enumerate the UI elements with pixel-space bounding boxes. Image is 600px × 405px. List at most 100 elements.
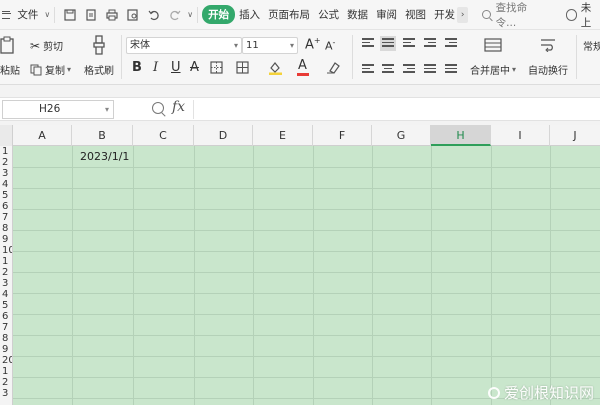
indent-decrease-icon[interactable] xyxy=(424,38,436,49)
row-header[interactable]: 1 xyxy=(0,146,12,157)
print-preview-icon[interactable] xyxy=(126,8,139,22)
cloud-sync-status[interactable]: 未上 xyxy=(565,0,600,30)
wrap-text-button[interactable]: 自动换行 xyxy=(528,62,568,77)
chevron-down-icon[interactable]: ▾ xyxy=(105,101,109,118)
font-family-value: 宋体 xyxy=(130,40,150,51)
merge-cells-icon[interactable] xyxy=(484,38,502,52)
row-header[interactable]: 2 xyxy=(0,267,12,278)
function-icon[interactable]: fx xyxy=(172,99,185,115)
undo-icon[interactable] xyxy=(147,8,160,22)
row-header[interactable]: 4 xyxy=(0,289,12,300)
bold-icon[interactable]: B xyxy=(132,60,142,75)
wrap-text-icon[interactable] xyxy=(540,38,556,52)
chevron-down-icon[interactable]: ∨ xyxy=(44,10,50,19)
tab-formulas[interactable]: 公式 xyxy=(314,7,343,22)
cell-grid[interactable] xyxy=(13,146,600,405)
italic-icon[interactable]: I xyxy=(153,60,158,75)
font-size-select[interactable]: 11 ▾ xyxy=(242,37,298,54)
file-menu[interactable]: 文件 xyxy=(13,7,42,22)
format-painter-button[interactable]: 格式刷 xyxy=(84,62,114,77)
column-header-c[interactable]: C xyxy=(133,125,194,146)
column-header-e[interactable]: E xyxy=(253,125,313,146)
row-header[interactable]: 9 xyxy=(0,234,12,245)
tab-view[interactable]: 视图 xyxy=(401,7,430,22)
decrease-font-icon[interactable]: A- xyxy=(325,38,335,53)
row-header[interactable]: 3 xyxy=(0,388,12,399)
gridline xyxy=(13,377,600,378)
row-header[interactable]: 8 xyxy=(0,333,12,344)
row-header[interactable]: 20 xyxy=(0,355,12,366)
column-header-b[interactable]: B xyxy=(72,125,133,146)
increase-font-icon[interactable]: A+ xyxy=(305,36,321,52)
align-left-icon[interactable] xyxy=(362,64,374,75)
copy-button[interactable]: 复制 ▾ xyxy=(30,62,71,77)
row-header[interactable]: 6 xyxy=(0,201,12,212)
brush-icon[interactable] xyxy=(91,35,107,55)
merge-center-button[interactable]: 合并居中 ▾ xyxy=(470,62,516,77)
select-all-corner[interactable] xyxy=(0,125,13,146)
align-right-icon[interactable] xyxy=(403,64,415,75)
tab-data[interactable]: 数据 xyxy=(343,7,372,22)
column-header-h[interactable]: H xyxy=(431,125,491,146)
name-box[interactable]: H26 ▾ xyxy=(2,100,114,119)
font-family-select[interactable]: 宋体 ▾ xyxy=(126,37,242,54)
print-icon[interactable] xyxy=(105,8,118,22)
indent-increase-icon[interactable] xyxy=(445,38,457,49)
zoom-icon[interactable] xyxy=(152,102,164,114)
row-header[interactable]: 5 xyxy=(0,190,12,201)
align-middle-icon[interactable] xyxy=(380,36,396,51)
border-icon[interactable] xyxy=(210,61,223,78)
row-header[interactable]: 9 xyxy=(0,344,12,355)
clear-format-icon[interactable] xyxy=(326,60,340,78)
fill-color-icon[interactable] xyxy=(268,60,283,79)
row-header[interactable]: 4 xyxy=(0,179,12,190)
paste-icon[interactable] xyxy=(0,36,16,54)
distributed-icon[interactable] xyxy=(445,64,457,75)
chevron-down-icon[interactable]: ∨ xyxy=(187,10,193,19)
row-header[interactable]: 1 xyxy=(0,366,12,377)
row-header[interactable]: 5 xyxy=(0,300,12,311)
row-header[interactable]: 10 xyxy=(0,245,12,256)
tab-developer[interactable]: 开发 xyxy=(430,7,455,22)
column-header-d[interactable]: D xyxy=(194,125,253,146)
tab-insert[interactable]: 插入 xyxy=(235,7,264,22)
tab-home[interactable]: 开始 xyxy=(202,5,236,24)
column-header-g[interactable]: G xyxy=(372,125,431,146)
export-pdf-icon[interactable] xyxy=(84,8,97,22)
column-header-a[interactable]: A xyxy=(13,125,72,146)
cell-b1[interactable]: 2023/1/1 xyxy=(80,150,129,163)
row-header[interactable]: 6 xyxy=(0,311,12,322)
search-placeholder: 查找命令... xyxy=(495,1,528,29)
underline-icon[interactable]: U xyxy=(171,60,181,75)
formula-input[interactable] xyxy=(193,100,600,119)
row-header[interactable]: 1 xyxy=(0,256,12,267)
row-header[interactable]: 8 xyxy=(0,223,12,234)
column-header-i[interactable]: I xyxy=(491,125,550,146)
tab-page-layout[interactable]: 页面布局 xyxy=(264,7,314,22)
column-header-f[interactable]: F xyxy=(313,125,372,146)
chevron-right-icon[interactable]: › xyxy=(457,6,469,23)
row-header[interactable]: 7 xyxy=(0,322,12,333)
chevron-down-icon[interactable]: ▾ xyxy=(67,65,71,74)
justify-icon[interactable] xyxy=(424,64,436,75)
tab-review[interactable]: 审阅 xyxy=(372,7,401,22)
save-icon[interactable] xyxy=(63,8,76,22)
strikethrough-icon[interactable]: A xyxy=(190,60,199,75)
align-top-icon[interactable] xyxy=(362,38,374,49)
align-center-icon[interactable] xyxy=(382,64,394,75)
cut-button[interactable]: ✂ 剪切 xyxy=(30,38,63,54)
column-header-j[interactable]: J xyxy=(550,125,600,146)
menu-icon[interactable] xyxy=(2,10,12,19)
row-header[interactable]: 3 xyxy=(0,278,12,289)
cell-style-icon[interactable] xyxy=(236,61,249,78)
redo-icon[interactable] xyxy=(168,8,181,22)
row-header[interactable]: 2 xyxy=(0,157,12,168)
font-color-icon[interactable]: A xyxy=(297,58,309,76)
row-header[interactable]: 3 xyxy=(0,168,12,179)
paste-button[interactable]: 粘贴 xyxy=(0,62,20,77)
command-search[interactable]: 查找命令... xyxy=(482,0,543,30)
number-format-select[interactable]: 常规 xyxy=(583,38,600,53)
row-header[interactable]: 7 xyxy=(0,212,12,223)
align-bottom-icon[interactable] xyxy=(403,38,415,49)
row-header[interactable]: 2 xyxy=(0,377,12,388)
